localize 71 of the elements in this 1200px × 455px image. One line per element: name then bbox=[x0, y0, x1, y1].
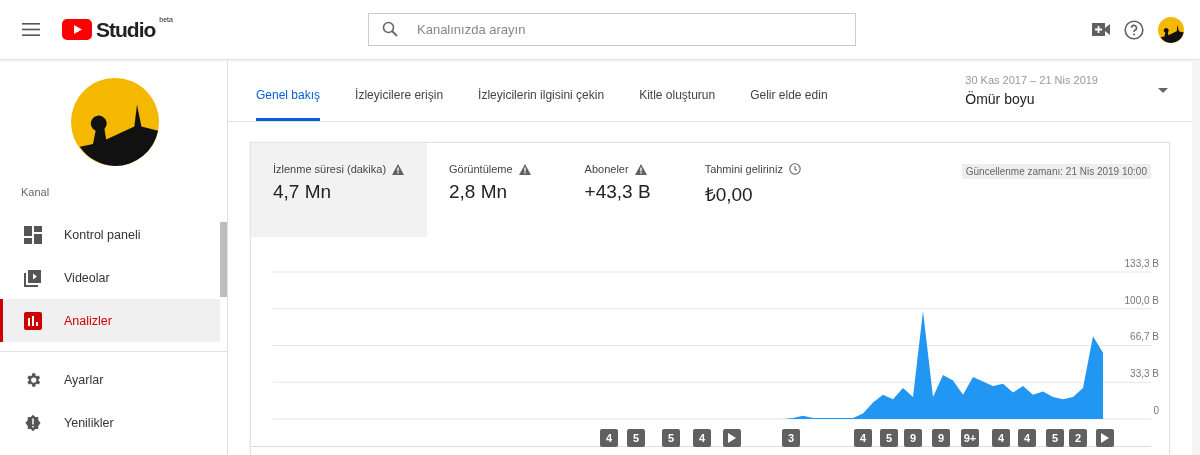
metric-value: 4,7 Mn bbox=[273, 181, 333, 203]
warning-icon bbox=[518, 163, 531, 175]
sidebar-item[interactable]: Analizler bbox=[0, 299, 220, 342]
count-marker[interactable]: 5 bbox=[662, 429, 680, 447]
sidebar-label: Kontrol paneli bbox=[64, 227, 141, 242]
count-marker[interactable]: 4 bbox=[992, 429, 1010, 447]
axis-label: 100,0 B bbox=[1124, 294, 1159, 306]
warning-icon bbox=[392, 163, 405, 175]
count-marker[interactable]: 5 bbox=[627, 429, 645, 447]
count-marker[interactable]: 4 bbox=[693, 429, 711, 447]
count-marker[interactable]: 2 bbox=[1069, 429, 1087, 447]
logo-text: Studio bbox=[96, 17, 156, 42]
tab[interactable]: Gelir elde edin bbox=[750, 60, 828, 121]
axis-label: 133,3 B bbox=[1124, 258, 1159, 269]
sidebar-item[interactable]: Videolar bbox=[0, 256, 220, 299]
count-marker[interactable]: 9+ bbox=[961, 429, 979, 447]
metric-label: Görüntüleme bbox=[449, 163, 513, 175]
clock-icon bbox=[788, 163, 801, 175]
count-marker[interactable]: 4 bbox=[600, 429, 618, 447]
axis-label: 0 bbox=[1153, 405, 1159, 416]
metric-tab[interactable]: İzlenme süresi (dakika) 4,7 Mn bbox=[251, 143, 427, 237]
tab[interactable]: İzleyicilerin ilgisini çekin bbox=[478, 60, 605, 121]
metric-tab[interactable]: Aboneler +43,3 B bbox=[562, 143, 673, 237]
video-marker[interactable] bbox=[1096, 429, 1114, 447]
video-marker[interactable] bbox=[723, 429, 741, 447]
play-icon bbox=[728, 433, 736, 443]
avatar[interactable] bbox=[1158, 16, 1184, 43]
count-marker[interactable]: 9 bbox=[932, 429, 950, 447]
metric-label: Tahmini geliriniz bbox=[704, 163, 783, 175]
warning-icon bbox=[634, 163, 647, 175]
sidebar-label: Analizler bbox=[64, 313, 112, 328]
count-marker[interactable]: 3 bbox=[782, 429, 800, 447]
metric-value: +43,3 B bbox=[584, 181, 651, 203]
search-field[interactable]: Kanalınızda arayın bbox=[368, 13, 856, 46]
scrollbar[interactable] bbox=[220, 222, 227, 297]
alert-badge-icon bbox=[24, 413, 42, 432]
metric-tab[interactable]: Görüntüleme 2,8 Mn bbox=[427, 143, 553, 237]
menu-icon[interactable] bbox=[22, 23, 40, 36]
play-logo-icon bbox=[62, 19, 92, 40]
tab[interactable]: Kitle oluşturun bbox=[639, 60, 716, 121]
help-icon[interactable] bbox=[1124, 19, 1144, 40]
metric-label: İzlenme süresi (dakika) bbox=[273, 163, 387, 175]
sidebar-item[interactable]: Yenilikler bbox=[0, 401, 220, 444]
date-range: 30 Kas 2017 – 21 Nis 2019 bbox=[965, 74, 1098, 86]
period-select[interactable]: Ömür boyu bbox=[965, 91, 1098, 107]
section-label: Kanal bbox=[20, 185, 51, 200]
video-library-icon bbox=[24, 268, 42, 287]
sidebar-label: Videolar bbox=[64, 270, 110, 285]
caret-icon[interactable] bbox=[1158, 88, 1168, 93]
metric-value: 2,8 Mn bbox=[449, 181, 509, 203]
sidebar-item[interactable]: Kontrol paneli bbox=[0, 213, 220, 256]
tab[interactable]: İzleyicilere erişin bbox=[355, 60, 444, 121]
count-marker[interactable]: 4 bbox=[854, 429, 872, 447]
search-icon bbox=[382, 21, 398, 37]
axis-label: 33,3 B bbox=[1130, 368, 1159, 380]
metric-label: Aboneler bbox=[584, 163, 629, 175]
video-camera-plus-icon[interactable] bbox=[1092, 23, 1110, 36]
metric-value: ₺0,00 bbox=[704, 183, 754, 207]
count-marker[interactable]: 5 bbox=[880, 429, 898, 447]
dashboard-icon bbox=[24, 225, 42, 244]
count-marker[interactable]: 9 bbox=[904, 429, 922, 447]
updated-label: Güncellenme zamanı: 21 Nis 2019 10:00 bbox=[961, 164, 1151, 179]
metric-tab[interactable]: Tahmini geliriniz ₺0,00 bbox=[682, 143, 823, 237]
axis-label: 66,7 B bbox=[1130, 331, 1159, 343]
sidebar-label: Ayarlar bbox=[64, 372, 104, 387]
sidebar-label: Yenilikler bbox=[64, 415, 114, 430]
bar-chart-icon bbox=[24, 311, 42, 330]
count-marker[interactable]: 4 bbox=[1018, 429, 1036, 447]
count-marker[interactable]: 5 bbox=[1046, 429, 1064, 447]
play-icon bbox=[1101, 433, 1109, 443]
sidebar-item[interactable]: Ayarlar bbox=[0, 358, 220, 401]
